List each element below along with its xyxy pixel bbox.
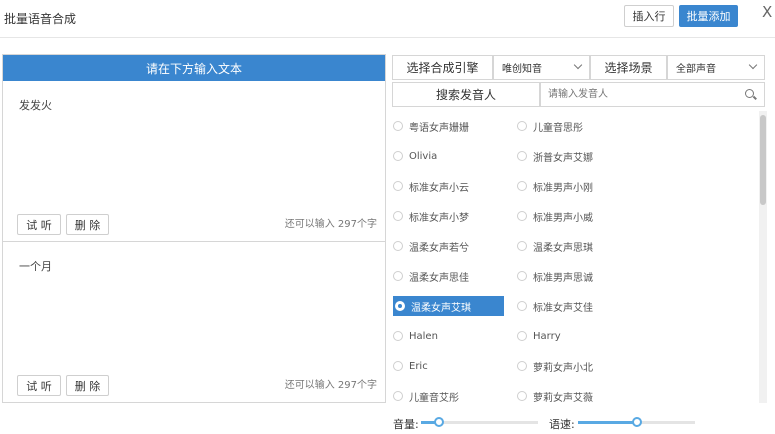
voice-option[interactable]: 粤语女声姗姗 — [393, 116, 469, 136]
voice-option[interactable]: 温柔女声艾琪 — [393, 296, 504, 316]
scene-label: 选择场景 — [590, 55, 667, 80]
voice-list: 粤语女声姗姗 儿童音思彤 Olivia 浙普女声艾娜标准女声小云 标准男声小刚标准女声小… — [392, 111, 767, 403]
dialog-title: 批量语音合成 — [4, 12, 77, 26]
close-icon[interactable]: X — [762, 3, 772, 21]
search-voice-label: 搜索发音人 — [392, 82, 540, 107]
voice-option-label: 标准男声小刚 — [533, 182, 593, 194]
radio-icon[interactable] — [517, 121, 527, 131]
voice-option-label: 标准男声小威 — [533, 212, 593, 224]
search-icon[interactable] — [745, 89, 754, 98]
voice-option-label: 温柔女声思琪 — [533, 242, 593, 254]
scene-select[interactable]: 全部声音 — [667, 55, 765, 80]
radio-icon[interactable] — [393, 241, 403, 251]
voice-search-input[interactable] — [540, 82, 765, 107]
volume-label: 音量: — [393, 418, 419, 431]
remaining-chars: 还可以输入 297个字 — [284, 380, 377, 391]
text-input-panel: 请在下方输入文本 发发火 试 听 删 除 还可以输入 297个字 一个月 试 听… — [2, 54, 386, 403]
text-block-content[interactable]: 发发火 — [19, 97, 52, 113]
dialog-header: 批量语音合成 插入行 批量添加 X — [0, 0, 775, 38]
voice-option-label: 标准女声小梦 — [409, 212, 469, 224]
speed-slider-fill — [578, 421, 637, 424]
delete-button[interactable]: 删 除 — [66, 214, 109, 235]
voice-option[interactable]: 萝莉女声艾薇 — [517, 386, 593, 403]
voice-option-label: 温柔女声思佳 — [409, 272, 469, 284]
radio-icon[interactable] — [393, 151, 403, 161]
remaining-chars: 还可以输入 297个字 — [284, 219, 377, 230]
speed-slider[interactable] — [578, 417, 695, 427]
radio-icon[interactable] — [517, 241, 527, 251]
speed-label: 语速: — [549, 418, 575, 431]
engine-select[interactable]: 唯创知音 — [493, 55, 590, 80]
batch-add-button[interactable]: 批量添加 — [679, 5, 738, 27]
radio-icon[interactable] — [517, 271, 527, 281]
voice-option[interactable]: 标准男声小刚 — [517, 176, 593, 196]
volume-slider-handle[interactable] — [434, 417, 444, 427]
radio-icon[interactable] — [517, 211, 527, 221]
radio-icon[interactable] — [517, 331, 527, 341]
voice-list-scrollbar[interactable] — [759, 111, 767, 403]
engine-select-value: 唯创知音 — [502, 64, 542, 75]
voice-option[interactable]: Eric — [393, 356, 428, 376]
radio-icon[interactable] — [393, 391, 403, 401]
voice-option-label: 粤语女声姗姗 — [409, 122, 469, 134]
voice-option-label: 标准男声思诚 — [533, 272, 593, 284]
volume-slider[interactable] — [421, 417, 538, 427]
text-panel-heading: 请在下方输入文本 — [3, 55, 385, 81]
delete-button[interactable]: 删 除 — [66, 375, 109, 396]
voice-option-label: 温柔女声艾琪 — [411, 302, 471, 314]
voice-option-label: 儿童音思彤 — [533, 122, 583, 134]
voice-option[interactable]: 儿童音艾彤 — [393, 386, 459, 403]
text-block[interactable]: 一个月 试 听 删 除 还可以输入 297个字 — [3, 242, 385, 402]
voice-option[interactable]: 温柔女声思琪 — [517, 236, 593, 256]
voice-option-label: Olivia — [409, 150, 438, 162]
listen-button[interactable]: 试 听 — [17, 214, 61, 235]
voice-option[interactable]: Harry — [517, 326, 561, 346]
radio-icon[interactable] — [393, 181, 403, 191]
voice-option[interactable]: 萝莉女声小北 — [517, 356, 593, 376]
radio-icon[interactable] — [517, 181, 527, 191]
radio-icon[interactable] — [393, 121, 403, 131]
voice-option-label: 标准女声艾佳 — [533, 302, 593, 314]
speed-slider-handle[interactable] — [632, 417, 642, 427]
voice-option-label: Eric — [409, 360, 428, 372]
voice-option-label: 萝莉女声小北 — [533, 362, 593, 374]
text-block-content[interactable]: 一个月 — [19, 258, 52, 274]
voice-option[interactable]: 标准男声思诚 — [517, 266, 593, 286]
voice-option[interactable]: Olivia — [393, 146, 437, 166]
radio-icon[interactable] — [517, 151, 527, 161]
chevron-down-icon — [748, 60, 758, 70]
chevron-down-icon — [573, 60, 583, 70]
scrollbar-thumb[interactable] — [760, 115, 766, 205]
insert-row-button[interactable]: 插入行 — [624, 5, 674, 27]
voice-option[interactable]: 标准女声小云 — [393, 176, 469, 196]
voice-option-label: 儿童音艾彤 — [409, 392, 459, 404]
radio-icon[interactable] — [393, 271, 403, 281]
scene-select-value: 全部声音 — [676, 64, 716, 75]
radio-icon[interactable] — [395, 301, 405, 311]
text-block[interactable]: 发发火 试 听 删 除 还可以输入 297个字 — [3, 81, 385, 242]
voice-option-label: Halen — [409, 330, 438, 342]
voice-option-label: 温柔女声若兮 — [409, 242, 469, 254]
radio-icon[interactable] — [393, 331, 403, 341]
voice-option-label: Harry — [533, 330, 561, 342]
voice-option-label: 标准女声小云 — [409, 182, 469, 194]
radio-icon[interactable] — [517, 361, 527, 371]
radio-icon[interactable] — [517, 391, 527, 401]
voice-option[interactable]: 儿童音思彤 — [517, 116, 583, 136]
voice-option[interactable]: 标准女声小梦 — [393, 206, 469, 226]
voice-option[interactable]: 浙普女声艾娜 — [517, 146, 593, 166]
voice-option[interactable]: Halen — [393, 326, 438, 346]
voice-option[interactable]: 标准男声小威 — [517, 206, 593, 226]
radio-icon[interactable] — [393, 361, 403, 371]
voice-option-label: 萝莉女声艾薇 — [533, 392, 593, 404]
batch-tts-dialog: 批量语音合成 插入行 批量添加 X 请在下方输入文本 发发火 试 听 删 除 还… — [0, 0, 775, 434]
radio-icon[interactable] — [393, 211, 403, 221]
listen-button[interactable]: 试 听 — [17, 375, 61, 396]
voice-option[interactable]: 温柔女声若兮 — [393, 236, 469, 256]
radio-icon[interactable] — [517, 301, 527, 311]
voice-option-label: 浙普女声艾娜 — [533, 152, 593, 164]
voice-option[interactable]: 温柔女声思佳 — [393, 266, 469, 286]
engine-label: 选择合成引擎 — [392, 55, 493, 80]
voice-option[interactable]: 标准女声艾佳 — [517, 296, 593, 316]
